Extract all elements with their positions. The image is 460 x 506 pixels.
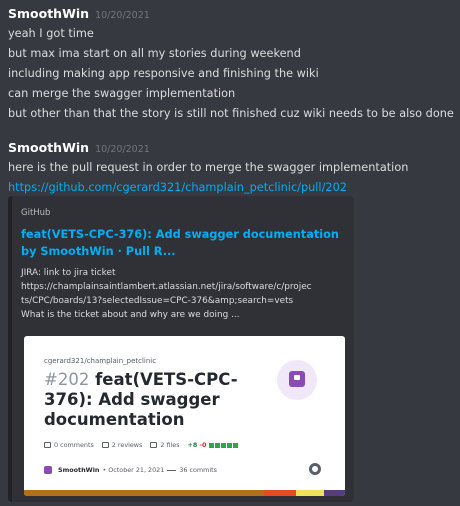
github-logo-icon [309, 463, 321, 475]
message-group: SmoothWin 10/20/2021 here is the pull re… [8, 140, 454, 198]
language-segment [296, 490, 324, 496]
repo-name: cgerard321/champlain_petclinic [44, 357, 157, 365]
embed-description-line: What is the ticket about and why are we … [21, 310, 240, 320]
embed-description: JIRA: link to jira ticket https://champl… [21, 266, 351, 322]
pr-author: SmoothWin [58, 466, 100, 474]
file-icon [150, 442, 158, 448]
pr-number: #202 [44, 370, 90, 389]
language-segment [264, 490, 296, 496]
pull-request-link[interactable]: https://github.com/cgerard321/champlain_… [8, 178, 454, 198]
files-count: 2 files [160, 441, 180, 449]
language-segment [324, 490, 345, 496]
language-bar [24, 490, 345, 496]
message-text: here is the pull request in order to mer… [8, 161, 409, 174]
message-text: including making app responsive and fini… [8, 67, 319, 80]
author-name[interactable]: SmoothWin [8, 6, 89, 21]
author-name[interactable]: SmoothWin [8, 140, 89, 155]
language-segment [24, 490, 264, 496]
link-embed: GitHub feat(VETS-CPC-376): Add swagger d… [8, 196, 354, 502]
message-text: can merge the swagger implementation [8, 87, 236, 100]
diff-box [215, 442, 221, 448]
diff-box [221, 442, 227, 448]
embed-description-line: JIRA: link to jira ticket [21, 268, 116, 278]
commits-count: 36 commits [179, 466, 217, 474]
message-header: SmoothWin 10/20/2021 [8, 140, 454, 158]
message-group: SmoothWin 10/20/2021 yeah I got time but… [8, 6, 454, 124]
embed-preview-image[interactable]: cgerard321/champlain_petclinic #202 feat… [24, 336, 345, 496]
reviews-count: 2 reviews [111, 441, 143, 449]
message-text: yeah I got time [8, 27, 94, 40]
message-timestamp: 10/20/2021 [95, 144, 150, 155]
pr-meta: SmoothWin • October 21, 2021 36 commits [44, 466, 217, 474]
message-timestamp: 10/20/2021 [95, 10, 150, 21]
message-text: but max ima start on all my stories duri… [8, 47, 301, 60]
chat-channel: SmoothWin 10/20/2021 yeah I got time but… [0, 0, 460, 506]
repo-avatar-icon [277, 360, 317, 400]
repo-avatar-mark [289, 371, 305, 387]
embed-provider[interactable]: GitHub [21, 208, 50, 218]
comment-icon [44, 442, 51, 448]
embed-title[interactable]: feat(VETS-CPC-376): Add swagger document… [21, 226, 346, 260]
files-stat: 2 files [150, 441, 180, 449]
diff-box [227, 442, 233, 448]
message-text: but other than that the story is still n… [8, 107, 454, 120]
diff-box [209, 442, 215, 448]
review-icon [101, 442, 109, 448]
comments-count: 0 comments [54, 441, 94, 449]
deletions-count: -0 [199, 441, 207, 449]
author-avatar [44, 466, 52, 474]
comments-stat: 0 comments [44, 441, 94, 449]
embed-description-line: https://champlainsaintlambert.atlassian.… [21, 282, 312, 292]
additions-count: +8 [187, 441, 198, 449]
message-header: SmoothWin 10/20/2021 [8, 6, 454, 24]
reviews-stat: 2 reviews [101, 441, 143, 449]
diff-box [233, 442, 239, 448]
pr-title: #202 feat(VETS-CPC-376): Add swagger doc… [44, 370, 244, 430]
commit-icon [167, 469, 177, 475]
pr-date: • October 21, 2021 [102, 466, 165, 474]
pr-stats: 0 comments 2 reviews 2 files +8 -0 [44, 441, 239, 449]
embed-description-line: ts/CPC/boards/13?selectedIssue=CPC-376&a… [21, 296, 294, 306]
